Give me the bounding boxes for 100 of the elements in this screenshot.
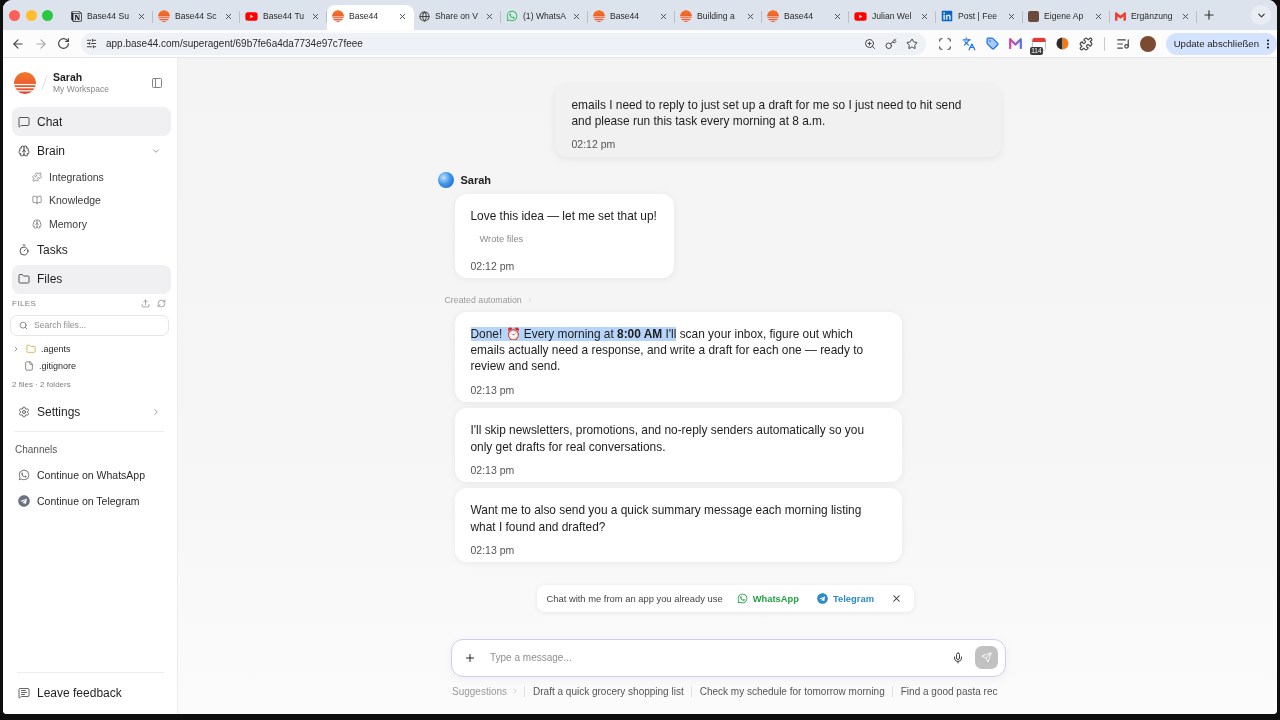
suggestion-link[interactable]: Check my schedule for tomorrow morning [690, 685, 892, 697]
message-time: 02:13 pm [470, 542, 516, 557]
browser-tab[interactable]: Base44 Su [66, 5, 153, 30]
file-tree-item[interactable]: .gitignore [12, 357, 171, 375]
browser-tab[interactable]: Building a [675, 5, 762, 30]
plus-icon[interactable] [464, 651, 476, 664]
browser-tab[interactable]: Post | Fee [936, 5, 1023, 30]
youtube-icon [245, 9, 258, 23]
sidebar-item[interactable]: Settings [12, 397, 171, 427]
sidebar-subitem[interactable]: Integrations [12, 165, 171, 189]
sidebar-subitem[interactable]: Knowledge [12, 188, 171, 212]
chat-bubble-icon [17, 115, 30, 128]
section-heading: FILES [12, 299, 37, 308]
refresh-icon[interactable] [157, 299, 166, 308]
close-icon[interactable] [572, 11, 581, 21]
close-icon[interactable] [137, 11, 146, 21]
notion-icon [71, 10, 82, 22]
suggestion-link[interactable]: Find a good pasta rec [891, 685, 1005, 697]
profile-avatar[interactable] [1139, 35, 1156, 52]
message-text: emails I need to reply to just set up a draft for me so I just need to hit send and please run this task every morning at 8 a.m. [571, 96, 963, 130]
globe-icon [419, 10, 430, 22]
message-time: 02:12 pm [571, 137, 617, 152]
close-icon[interactable] [833, 11, 842, 21]
book-icon [32, 195, 42, 206]
browser-tab[interactable]: Base44 [762, 5, 849, 30]
sidebar-item[interactable]: Tasks [12, 235, 171, 265]
folder-icon [17, 273, 30, 285]
extensions-icon[interactable] [1078, 36, 1093, 51]
microphone-icon[interactable] [951, 651, 964, 664]
translate-icon[interactable] [961, 36, 976, 51]
whatsapp-icon [17, 468, 30, 481]
tab-search-button[interactable] [1251, 5, 1271, 25]
reload-icon[interactable] [57, 37, 70, 50]
panel-toggle-icon[interactable] [151, 76, 163, 89]
browser-tab[interactable]: Base44 Tu [240, 5, 327, 30]
close-icon[interactable] [1181, 11, 1190, 21]
browser-tab[interactable]: (1) WhatsA [501, 5, 588, 30]
close-icon[interactable] [1094, 11, 1103, 21]
browser-tab[interactable]: Share on V [414, 5, 501, 30]
browser-tab[interactable]: Eigene Ap [1023, 5, 1110, 30]
media-queue-icon[interactable] [1115, 36, 1130, 51]
message-text: Love this idea — let me set that up! [470, 207, 657, 224]
file-tree-item[interactable]: .agents [12, 340, 171, 358]
zigzag-logo-icon[interactable] [1008, 38, 1022, 49]
chevron-right-icon[interactable] [12, 344, 20, 353]
new-tab-icon[interactable] [1202, 8, 1216, 22]
close-icon[interactable] [746, 11, 755, 21]
file-icon [24, 361, 34, 372]
telegram-icon [17, 495, 30, 508]
app-logo-icon [332, 10, 344, 22]
half-circle-logo-icon[interactable] [1055, 37, 1069, 50]
browser-tab[interactable]: Ergänzung [1110, 5, 1197, 30]
screenshot-icon[interactable] [937, 36, 952, 51]
linkedin-icon [941, 10, 953, 22]
workspace-name: My Workspace [53, 83, 110, 95]
channel-link[interactable]: Telegram [817, 593, 874, 604]
avatar-icon [437, 171, 454, 188]
app-logo-icon [680, 10, 692, 22]
channel-link[interactable]: Continue on Telegram [12, 488, 171, 515]
close-icon[interactable] [1007, 11, 1016, 21]
telegram-icon [817, 593, 828, 604]
key-icon[interactable] [884, 37, 897, 50]
browser-tab[interactable]: Base44 [588, 5, 675, 30]
youtube-icon [854, 9, 867, 23]
zoom-icon[interactable] [863, 37, 876, 50]
sidebar-item[interactable]: Brain [12, 136, 171, 165]
tag-icon[interactable] [985, 37, 999, 50]
search-field[interactable]: Search files... [10, 314, 169, 336]
close-icon[interactable] [485, 11, 494, 21]
close-icon[interactable] [659, 11, 668, 21]
close-icon[interactable] [398, 11, 407, 21]
bookmark-star-icon[interactable] [905, 37, 918, 50]
channel-link[interactable]: Continue on WhatsApp [12, 461, 171, 488]
settings-icon [17, 406, 30, 418]
browser-tab[interactable]: Base44 [327, 5, 414, 30]
puzzle-icon [32, 171, 42, 182]
close-icon[interactable] [891, 593, 902, 604]
close-icon[interactable] [224, 11, 233, 21]
address-bar[interactable]: app.base44.com/superagent/69b7fe6a4da7734e97c7feee [81, 32, 926, 55]
browser-tab[interactable]: Base44 Sc [153, 5, 240, 30]
sidebar-item[interactable]: Chat [12, 107, 171, 136]
section-heading: Channels [14, 443, 59, 457]
close-icon[interactable] [920, 11, 929, 21]
message-composer[interactable]: Type a message... [451, 638, 1006, 677]
whatsapp-icon [506, 10, 518, 22]
back-icon[interactable] [11, 36, 25, 51]
app-logo-icon [767, 10, 779, 22]
site-settings-icon[interactable] [86, 38, 97, 49]
browser-tab[interactable]: Julian Wel [849, 5, 936, 30]
workspace-user: Sarah [53, 70, 84, 84]
sidebar-subitem[interactable]: Memory [12, 212, 171, 236]
close-icon[interactable] [311, 11, 320, 21]
feedback-button[interactable]: Leave feedback [12, 678, 171, 707]
photo-thumbnail-icon [1028, 10, 1039, 22]
sidebar-item[interactable]: Files [12, 264, 171, 294]
suggestion-link[interactable]: Draft a quick grocery shopping list [524, 685, 691, 697]
search-icon [19, 320, 28, 330]
update-button[interactable]: Update abschließen [1165, 32, 1277, 55]
message-input[interactable]: Type a message... [490, 649, 938, 666]
message-time: 02:13 pm [470, 462, 516, 477]
